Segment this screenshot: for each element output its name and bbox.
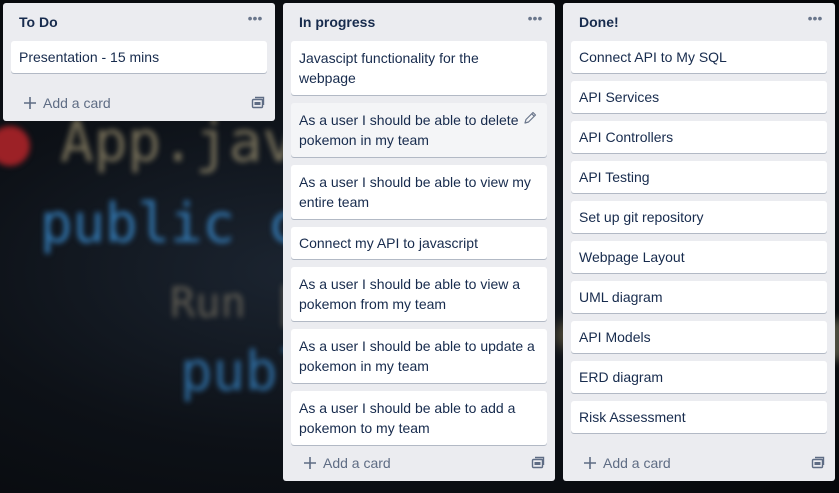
list-header[interactable]: To Do ••• — [3, 3, 275, 41]
card[interactable]: Connect my API to javascript — [291, 227, 547, 259]
add-card-label: Add a card — [603, 455, 671, 471]
ellipsis-icon[interactable]: ••• — [805, 9, 825, 29]
plus-icon — [584, 457, 596, 469]
list-in-progress: In progress ••• Javascipt functionality … — [283, 3, 555, 481]
add-card-button[interactable]: Add a card — [11, 89, 267, 117]
card[interactable]: As a user I should be able to delete pok… — [291, 103, 547, 157]
plus-icon — [24, 97, 36, 109]
card[interactable]: Presentation - 15 mins — [11, 41, 267, 73]
card[interactable]: API Testing — [571, 161, 827, 193]
ellipsis-icon[interactable]: ••• — [525, 9, 545, 29]
card[interactable]: API Models — [571, 321, 827, 353]
plus-icon — [304, 457, 316, 469]
add-card-label: Add a card — [43, 95, 111, 111]
pencil-icon[interactable] — [523, 111, 537, 125]
card[interactable]: Webpage Layout — [571, 241, 827, 273]
add-card-button[interactable]: Add a card — [291, 449, 547, 477]
card-list: Javascipt functionality for the webpage … — [283, 41, 555, 445]
card[interactable]: As a user I should be able to view a pok… — [291, 267, 547, 321]
card[interactable]: As a user I should be able to update a p… — [291, 329, 547, 383]
board: To Do ••• Presentation - 15 mins Add a c… — [0, 0, 839, 493]
card[interactable]: API Controllers — [571, 121, 827, 153]
card[interactable]: UML diagram — [571, 281, 827, 313]
card-template-icon[interactable] — [531, 456, 545, 470]
card-list: Connect API to My SQL API Services API C… — [563, 41, 835, 433]
card[interactable]: As a user I should be able to view my en… — [291, 165, 547, 219]
card[interactable]: Connect API to My SQL — [571, 41, 827, 73]
add-card-label: Add a card — [323, 455, 391, 471]
list-to-do: To Do ••• Presentation - 15 mins Add a c… — [3, 3, 275, 121]
add-card-button[interactable]: Add a card — [571, 449, 827, 477]
card[interactable]: Javascipt functionality for the webpage — [291, 41, 547, 95]
list-header[interactable]: In progress ••• — [283, 3, 555, 41]
card-list: Presentation - 15 mins — [3, 41, 275, 73]
card[interactable]: Set up git repository — [571, 201, 827, 233]
list-title[interactable]: To Do — [19, 14, 58, 30]
card[interactable]: Risk Assessment — [571, 401, 827, 433]
card[interactable]: API Services — [571, 81, 827, 113]
list-title[interactable]: Done! — [579, 14, 619, 30]
card-title: As a user I should be able to delete pok… — [299, 112, 519, 148]
card[interactable]: As a user I should be able to add a poke… — [291, 391, 547, 445]
card-template-icon[interactable] — [811, 456, 825, 470]
list-done: Done! ••• Connect API to My SQL API Serv… — [563, 3, 835, 481]
card[interactable]: ERD diagram — [571, 361, 827, 393]
ellipsis-icon[interactable]: ••• — [245, 9, 265, 29]
card-template-icon[interactable] — [251, 96, 265, 110]
list-title[interactable]: In progress — [299, 14, 375, 30]
list-header[interactable]: Done! ••• — [563, 3, 835, 41]
